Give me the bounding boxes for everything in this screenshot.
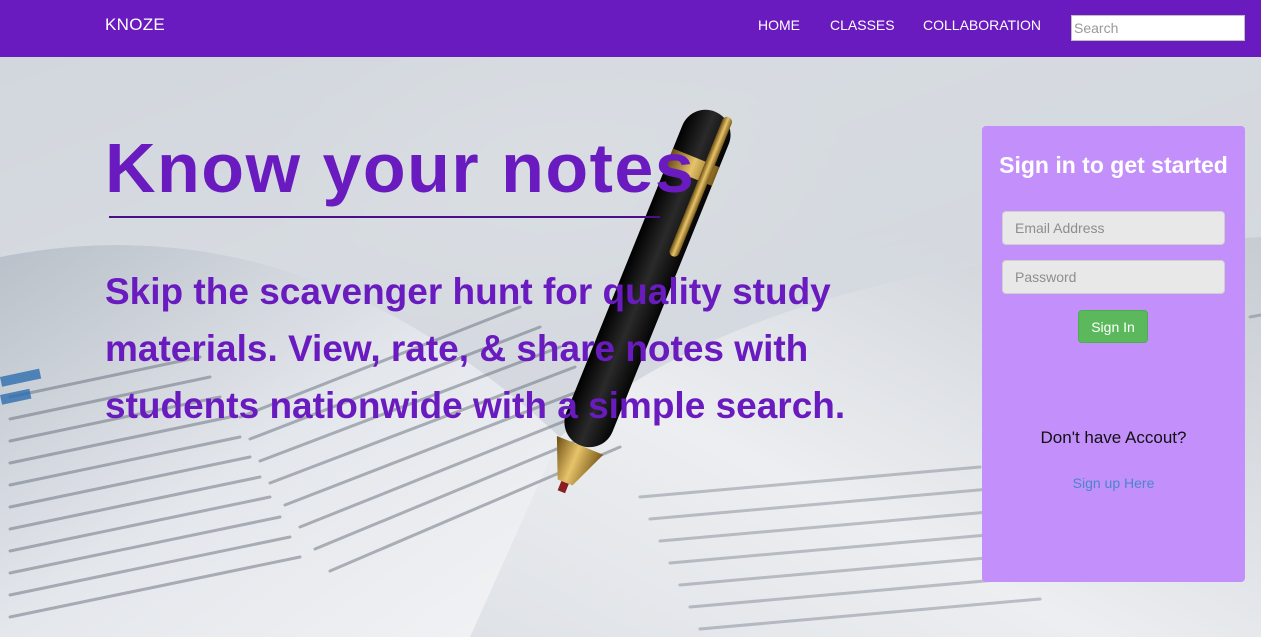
sign-up-link[interactable]: Sign up Here — [982, 475, 1245, 491]
headline-underline — [109, 216, 660, 218]
password-field[interactable] — [1002, 260, 1225, 294]
nav-link-classes[interactable]: CLASSES — [830, 17, 895, 33]
top-navbar: KNOZE HOME CLASSES COLLABORATION — [0, 0, 1261, 57]
brand-logo-link[interactable]: KNOZE — [105, 15, 165, 35]
nav-link-collaboration[interactable]: COLLABORATION — [923, 17, 1041, 33]
search-input[interactable] — [1071, 15, 1245, 41]
no-account-text: Don't have Accout? — [1040, 428, 1187, 447]
sign-in-button[interactable]: Sign In — [1078, 310, 1148, 343]
email-field[interactable] — [1002, 211, 1225, 245]
hero-tagline: Skip the scavenger hunt for quality stud… — [105, 271, 846, 426]
signin-panel: Sign in to get started Sign In Don't hav… — [982, 126, 1245, 582]
hero-headline: Know your notes — [105, 129, 696, 207]
signin-title: Sign in to get started — [999, 152, 1228, 178]
nav-link-home[interactable]: HOME — [758, 17, 800, 33]
